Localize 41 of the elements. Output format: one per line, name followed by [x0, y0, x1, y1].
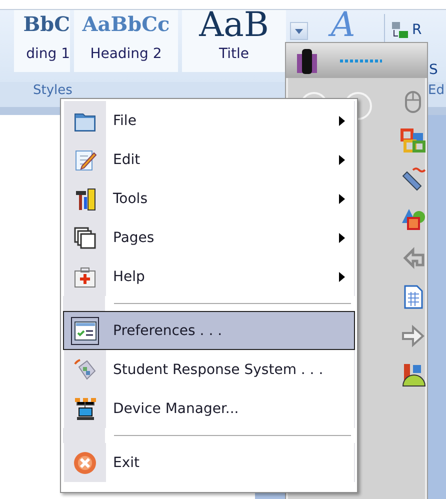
menu-item[interactable]: Pages — [63, 218, 355, 257]
group-label: Ed — [428, 83, 446, 98]
caret-icon — [295, 28, 303, 34]
submenu-arrow-icon — [339, 194, 345, 204]
style-preset[interactable]: AaBbCc Heading 2 — [74, 10, 178, 72]
style-name: Title — [218, 46, 249, 62]
menu-item[interactable]: Edit — [63, 140, 355, 179]
pages-icon — [73, 226, 97, 250]
replace-button[interactable]: R — [412, 22, 422, 38]
grip-icon[interactable] — [340, 58, 382, 62]
menu-item[interactable]: File — [63, 101, 355, 140]
grid-logo-icon[interactable] — [399, 127, 427, 155]
notepad-pencil-icon — [73, 148, 97, 172]
menu-item[interactable]: Student Response System . . . — [63, 350, 355, 389]
menu-item[interactable]: Device Manager... — [63, 389, 355, 428]
group-label: Styles — [33, 83, 72, 98]
menu-item[interactable]: Exit — [63, 443, 355, 482]
submenu-arrow-icon — [339, 154, 345, 164]
style-sample: BbC — [23, 11, 70, 38]
app-logo-icon[interactable] — [296, 48, 318, 74]
replace-icon — [391, 20, 409, 40]
network-computer-icon — [73, 396, 97, 420]
first-aid-kit-icon — [73, 264, 97, 288]
arrow-right-icon[interactable] — [399, 322, 427, 350]
exit-icon — [73, 450, 97, 474]
more-styles-button[interactable] — [290, 22, 308, 40]
tools-icon — [73, 186, 97, 210]
menu-item[interactable]: Help — [63, 257, 355, 296]
submenu-arrow-icon — [339, 232, 345, 242]
style-sample: AaB — [199, 10, 269, 40]
style-preset[interactable]: BbC ding 1 — [14, 10, 70, 72]
submenu-arrow-icon — [339, 116, 345, 126]
submenu-arrow-icon — [339, 272, 345, 282]
style-sample: AaBbCc — [82, 11, 170, 38]
style-name: ding 1 — [26, 46, 70, 62]
style-name: Heading 2 — [90, 46, 162, 62]
style-preset[interactable]: AaB Title — [182, 10, 286, 72]
menu-item[interactable]: Preferences . . . — [63, 311, 355, 350]
select-button[interactable]: S — [429, 62, 438, 78]
menu-item[interactable]: Tools — [63, 179, 355, 218]
preferences-window-icon — [73, 318, 97, 342]
